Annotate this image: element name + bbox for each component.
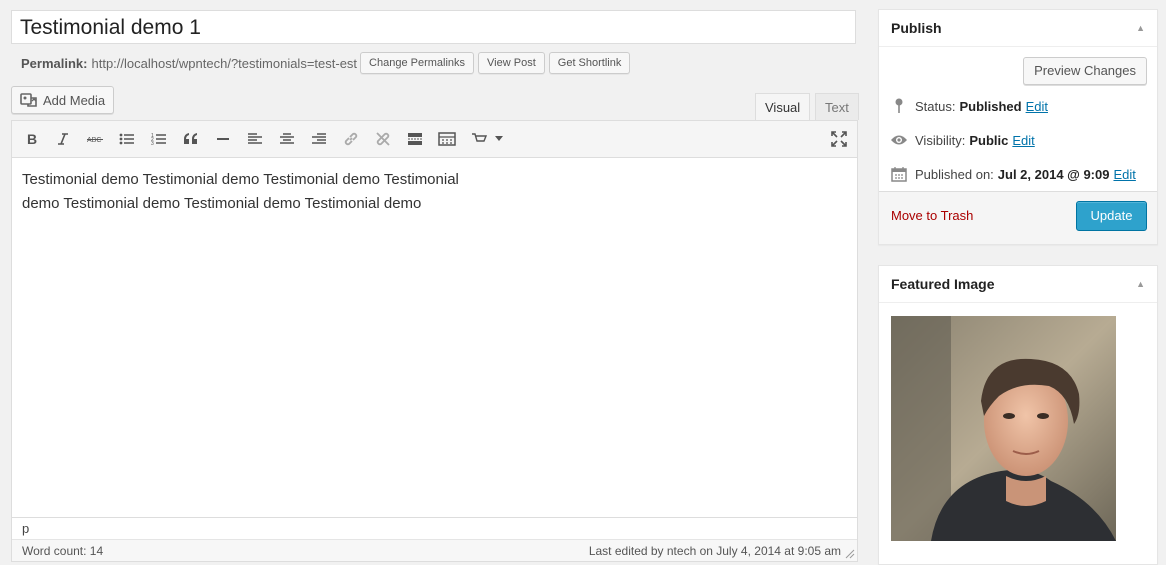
align-left-icon[interactable] xyxy=(244,128,266,150)
word-count: Word count: 14 xyxy=(22,544,104,558)
publish-actions: Move to Trash Update xyxy=(879,191,1157,244)
preview-changes-button[interactable]: Preview Changes xyxy=(1023,57,1147,85)
post-title-input[interactable]: Testimonial demo 1 xyxy=(11,10,856,44)
featured-image-box: Featured Image ▲ xyxy=(878,265,1158,565)
edit-date-link[interactable]: Edit xyxy=(1113,167,1135,182)
featured-image-title: Featured Image xyxy=(891,276,995,292)
eye-icon xyxy=(889,134,909,146)
fullscreen-icon[interactable] xyxy=(828,128,850,150)
editor-toolbar: B ABC 123 xyxy=(12,121,857,158)
svg-text:B: B xyxy=(27,132,37,146)
editor-statusbar: Word count: 14 Last edited by ntech on J… xyxy=(12,539,857,561)
svg-text:ABC: ABC xyxy=(87,137,101,144)
featured-image-header[interactable]: Featured Image ▲ xyxy=(879,266,1157,303)
collapse-arrow-icon[interactable]: ▲ xyxy=(1136,23,1145,33)
visibility-value: Public xyxy=(969,132,1009,148)
published-on-label: Published on: xyxy=(915,166,994,182)
toolbar-toggle-icon[interactable] xyxy=(436,128,458,150)
editor-content[interactable]: Testimonial demo Testimonial demo Testim… xyxy=(12,158,502,226)
editor-path[interactable]: p xyxy=(12,517,857,539)
publish-title: Publish xyxy=(891,20,942,36)
calendar-icon xyxy=(889,166,909,182)
status-row: Status: Published Edit xyxy=(889,94,1048,118)
publish-box: Publish ▲ Preview Changes Status: Publis… xyxy=(878,9,1158,245)
strikethrough-icon[interactable]: ABC xyxy=(84,128,106,150)
edit-status-link[interactable]: Edit xyxy=(1026,99,1048,114)
permalink-row: Permalink: http://localhost/wpntech/?tes… xyxy=(21,51,634,75)
dropdown-arrow-icon[interactable] xyxy=(492,128,506,150)
permalink-url[interactable]: http://localhost/wpntech/?testimonials=t… xyxy=(91,56,357,71)
blockquote-icon[interactable] xyxy=(180,128,202,150)
numbered-list-icon[interactable]: 123 xyxy=(148,128,170,150)
link-icon[interactable] xyxy=(340,128,362,150)
media-icon xyxy=(20,93,37,107)
resize-handle-icon[interactable] xyxy=(845,549,855,559)
italic-icon[interactable] xyxy=(52,128,74,150)
collapse-arrow-icon[interactable]: ▲ xyxy=(1136,279,1145,289)
content-line: demo Testimonial demo Testimonial demo T… xyxy=(22,195,422,212)
visibility-row: Visibility: Public Edit xyxy=(889,128,1035,152)
edit-visibility-link[interactable]: Edit xyxy=(1012,133,1034,148)
view-post-button[interactable]: View Post xyxy=(478,52,545,74)
tab-text[interactable]: Text xyxy=(815,93,859,120)
post-editor: B ABC 123 Testimonial demo Testimonial d… xyxy=(11,120,858,562)
change-permalinks-button[interactable]: Change Permalinks xyxy=(360,52,475,74)
visibility-label: Visibility: xyxy=(915,132,966,148)
published-on-row: Published on: Jul 2, 2014 @ 9:09 Edit xyxy=(889,162,1136,186)
tab-visual[interactable]: Visual xyxy=(755,93,811,120)
editor-area: Testimonial demo 1 Permalink: http://loc… xyxy=(11,0,859,562)
published-on-value: Jul 2, 2014 @ 9:09 xyxy=(997,166,1110,182)
align-center-icon[interactable] xyxy=(276,128,298,150)
testimonial-shortcode-icon[interactable] xyxy=(468,128,490,150)
featured-image-thumbnail[interactable] xyxy=(891,316,1116,541)
move-to-trash-link[interactable]: Move to Trash xyxy=(891,208,973,223)
pin-icon xyxy=(889,98,909,114)
status-label: Status: xyxy=(915,98,956,114)
unlink-icon[interactable] xyxy=(372,128,394,150)
update-button[interactable]: Update xyxy=(1076,201,1147,231)
add-media-label: Add Media xyxy=(43,92,106,108)
bullet-list-icon[interactable] xyxy=(116,128,138,150)
horizontal-rule-icon[interactable] xyxy=(212,128,234,150)
align-right-icon[interactable] xyxy=(308,128,330,150)
last-edited: Last edited by ntech on July 4, 2014 at … xyxy=(588,544,841,558)
content-line: Testimonial demo Testimonial demo Testim… xyxy=(22,171,459,188)
add-media-button[interactable]: Add Media xyxy=(11,86,115,114)
publish-header[interactable]: Publish ▲ xyxy=(879,10,1157,47)
permalink-label: Permalink: xyxy=(21,55,88,71)
svg-text:3: 3 xyxy=(151,141,154,146)
status-value: Published xyxy=(959,98,1022,114)
get-shortlink-button[interactable]: Get Shortlink xyxy=(548,52,631,74)
bold-icon[interactable]: B xyxy=(21,128,43,150)
read-more-icon[interactable] xyxy=(404,128,426,150)
